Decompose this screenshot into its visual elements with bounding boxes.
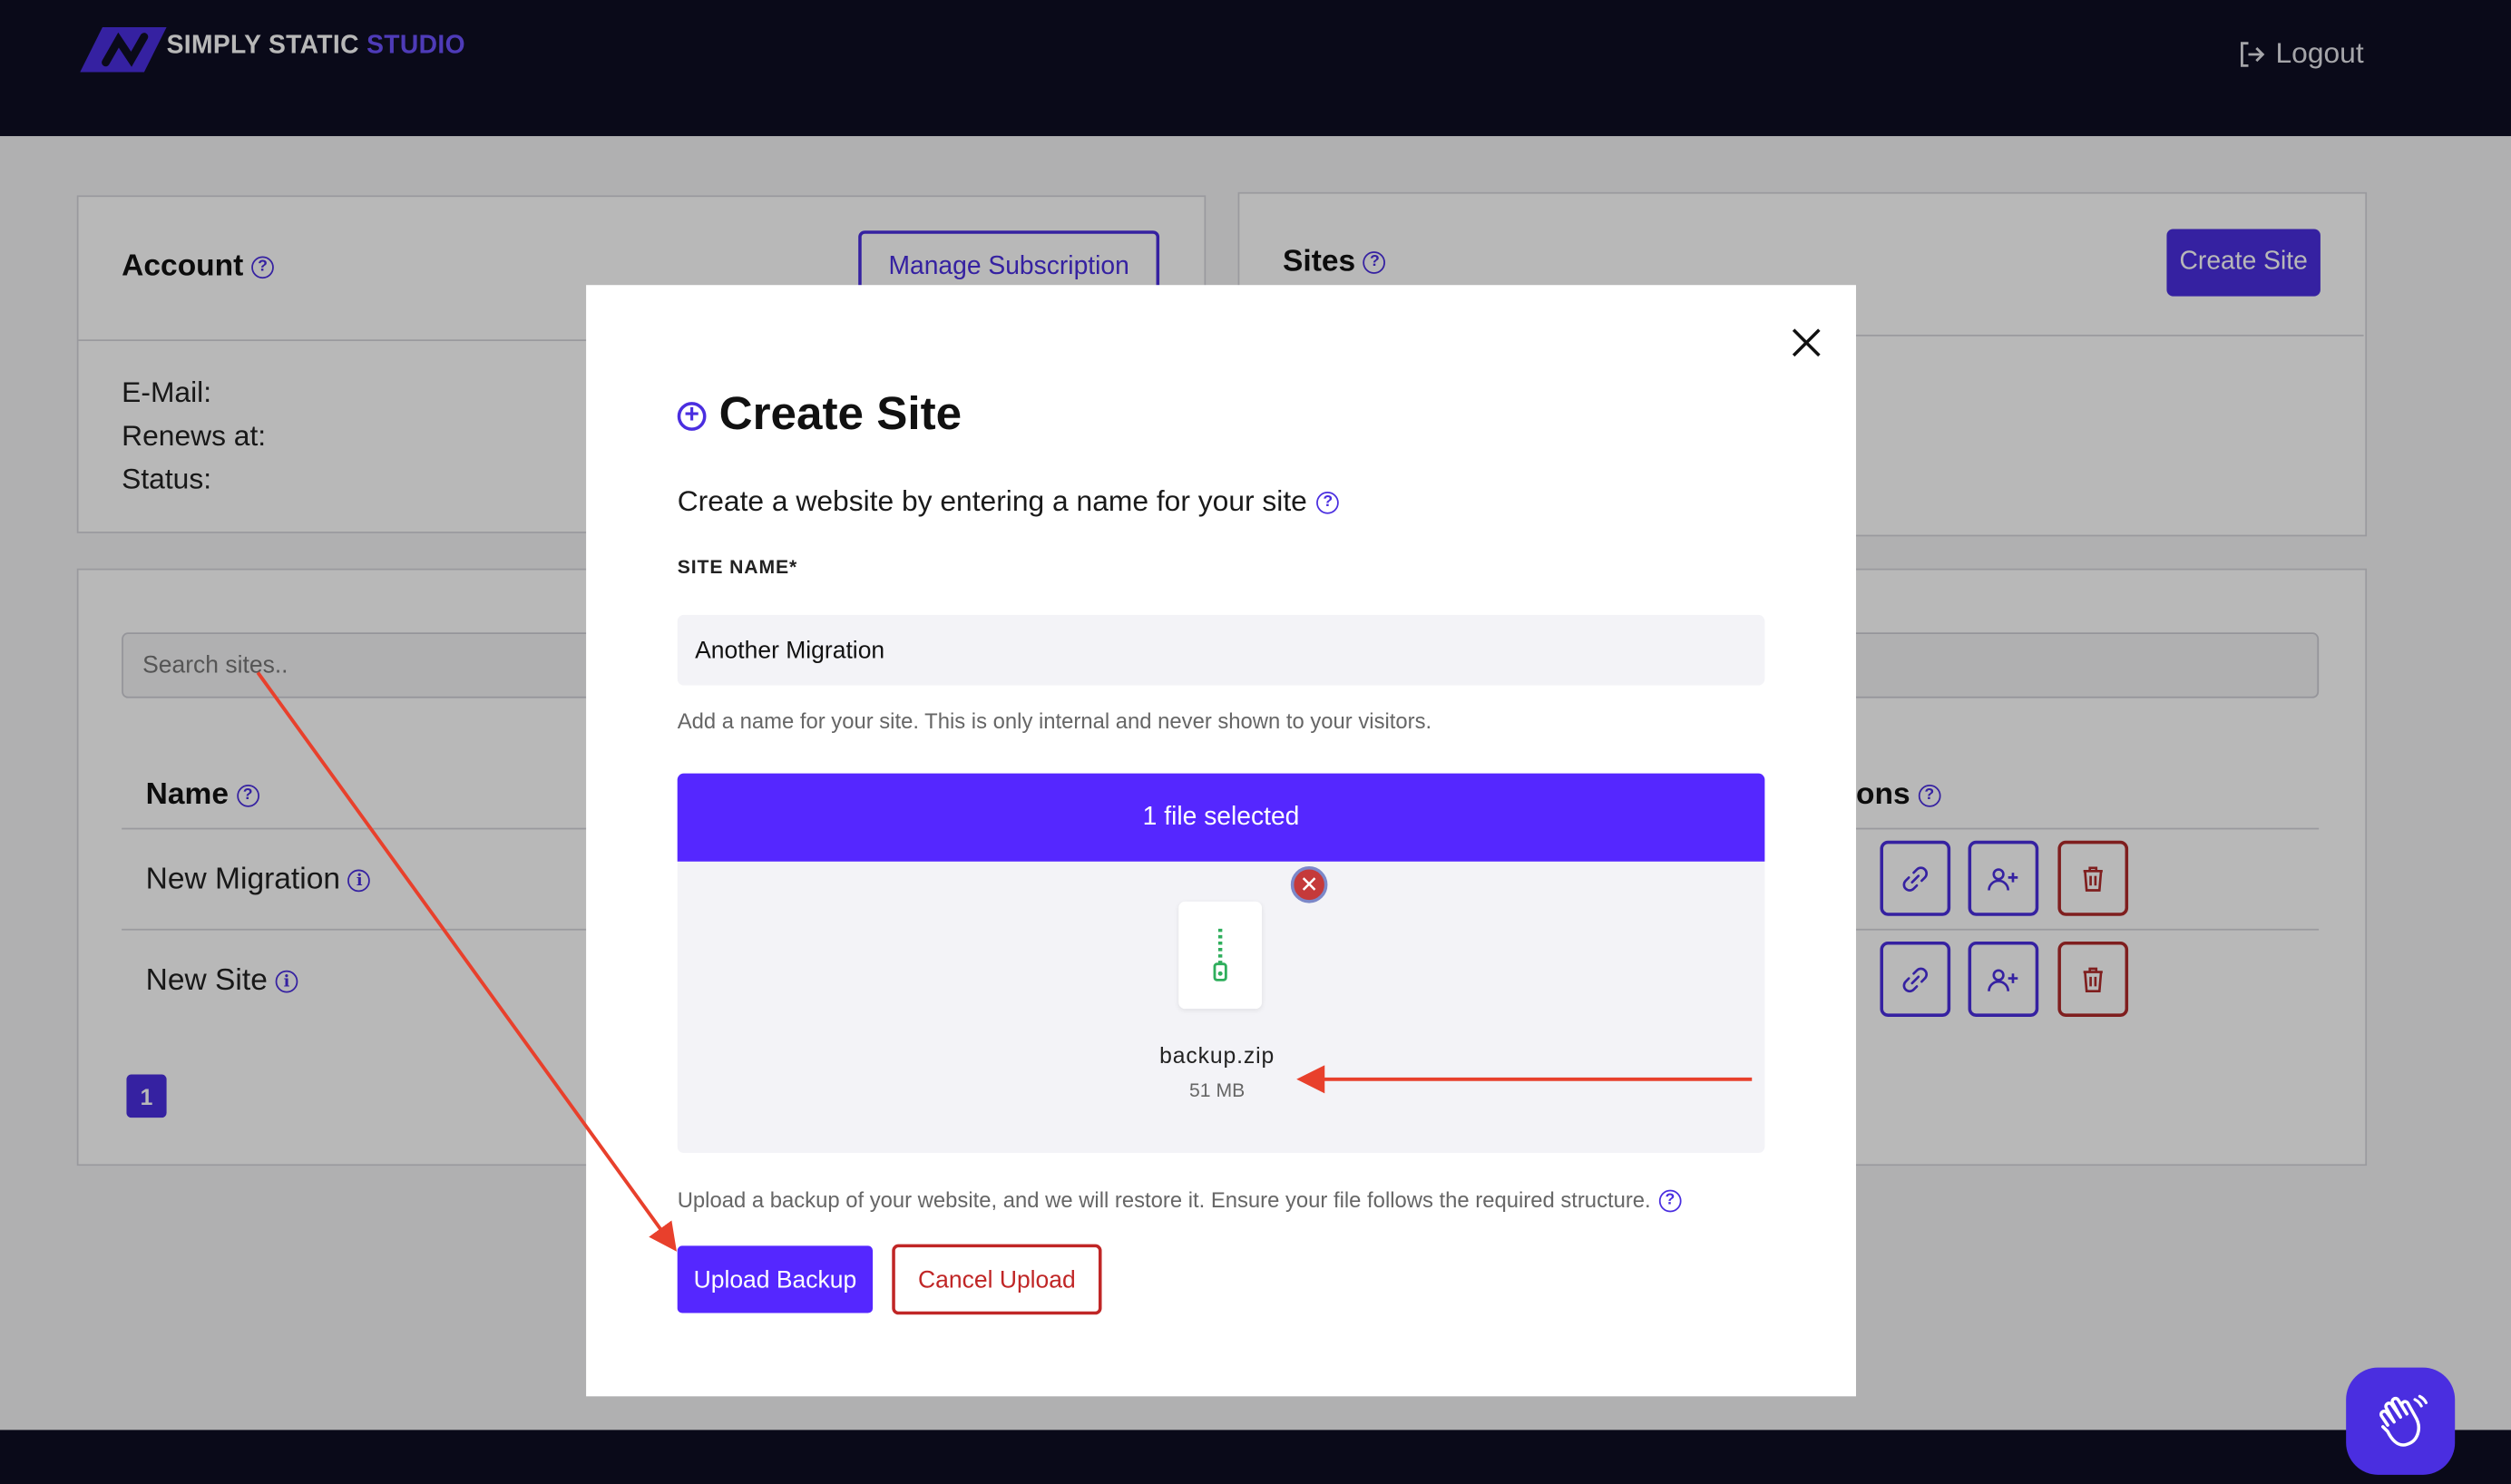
dropzone-status: 1 file selected	[677, 773, 1765, 862]
site-name-label: SITE NAME*	[677, 555, 798, 579]
plus-circle-icon: +	[677, 401, 707, 430]
file-size: 51 MB	[1189, 1079, 1246, 1102]
upload-note: Upload a backup of your website, and we …	[678, 1188, 1682, 1212]
cancel-upload-button[interactable]: Cancel Upload	[892, 1244, 1102, 1315]
wave-hand-icon	[2379, 1393, 2428, 1446]
zip-file-icon	[1213, 927, 1227, 981]
chat-widget-button[interactable]	[2346, 1367, 2456, 1475]
site-name-input[interactable]: Another Migration	[677, 614, 1765, 686]
help-icon[interactable]: ?	[1658, 1188, 1682, 1212]
close-icon[interactable]	[1787, 324, 1825, 362]
file-name: backup.zip	[1159, 1042, 1275, 1069]
help-icon[interactable]: ?	[1316, 491, 1340, 513]
remove-file-button[interactable]: ✕	[1290, 866, 1328, 903]
modal-title: + Create Site	[677, 389, 962, 442]
modal-subtitle: Create a website by entering a name for …	[678, 485, 1340, 519]
file-thumbnail	[1178, 901, 1263, 1010]
upload-backup-button[interactable]: Upload Backup	[677, 1245, 874, 1313]
site-name-help: Add a name for your site. This is only i…	[677, 709, 1432, 734]
